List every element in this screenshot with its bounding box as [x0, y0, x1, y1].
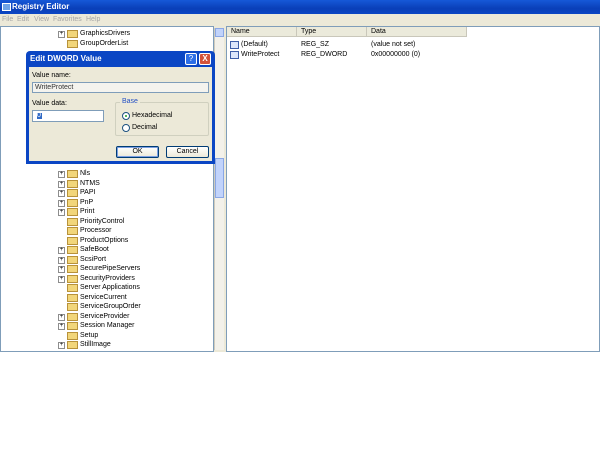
tree-node-label: Processor: [80, 227, 112, 234]
folder-icon: [67, 30, 78, 38]
expand-icon[interactable]: +: [58, 247, 65, 254]
expand-icon[interactable]: +: [58, 256, 65, 264]
menu-edit[interactable]: Edit: [17, 16, 29, 23]
folder-icon: [67, 284, 78, 292]
value-name-label: Value name:: [32, 72, 71, 79]
help-button[interactable]: ?: [185, 53, 197, 65]
tree-node-label: ServiceProvider: [80, 312, 130, 320]
folder-icon: [67, 255, 78, 264]
folder-icon: [67, 39, 78, 48]
folder-icon: [67, 198, 78, 207]
value-data: 0x00000000 (0): [371, 51, 421, 58]
column-header-name[interactable]: Name: [227, 27, 297, 37]
folder-icon: [67, 312, 78, 321]
scrollbar-thumb[interactable]: [215, 158, 224, 198]
folder-icon: [67, 227, 78, 235]
value-name: (Default): [241, 41, 268, 48]
expand-icon[interactable]: +: [58, 31, 65, 38]
tree-node-label: ServiceCurrent: [80, 293, 127, 301]
value-name-field: WriteProtect: [32, 82, 209, 93]
expand-icon[interactable]: +: [58, 190, 65, 197]
hexadecimal-label[interactable]: Hexadecimal: [132, 112, 172, 119]
folder-icon: [67, 331, 78, 340]
tree-node-label: SafeBoot: [80, 246, 109, 253]
tree-node-label: GroupOrderList: [80, 39, 129, 47]
column-header-type[interactable]: Type: [297, 27, 367, 37]
tree-node-label: NTMS: [80, 179, 100, 187]
close-button[interactable]: X: [199, 53, 211, 65]
menu-help[interactable]: Help: [86, 16, 100, 23]
tree-node-label: Setup: [80, 331, 99, 339]
ok-button[interactable]: OK: [116, 146, 159, 158]
folder-icon: [67, 236, 78, 245]
value-data-label: Value data:: [32, 100, 67, 107]
decimal-radio[interactable]: [122, 124, 130, 132]
decimal-label[interactable]: Decimal: [132, 124, 157, 131]
tree-node-label: Print: [80, 208, 95, 215]
scroll-up-arrow[interactable]: [215, 28, 224, 37]
value-data: (value not set): [371, 41, 416, 48]
base-groupbox: Base Hexadecimal Decimal: [115, 98, 209, 136]
edit-dword-dialog: Edit DWORD Value ? X Value name: WritePr…: [26, 51, 215, 164]
menu-bar: File Edit View Favorites Help: [0, 14, 600, 26]
expand-icon[interactable]: +: [58, 199, 65, 207]
tree-node-label: ServiceGroupOrder: [80, 303, 141, 310]
expand-icon[interactable]: +: [58, 275, 65, 283]
value-data-text: 0: [37, 112, 41, 119]
tree-node-label: Nls: [80, 170, 91, 177]
folder-icon: [67, 322, 78, 330]
tree-node-label: PnP: [80, 198, 94, 206]
folder-icon: [67, 179, 78, 188]
menu-file[interactable]: File: [2, 16, 13, 23]
tree-node-label: GraphicsDrivers: [80, 30, 131, 37]
tree-node-label: ScsiPort: [80, 255, 107, 263]
value-type: REG_DWORD: [301, 51, 348, 58]
folder-icon: [67, 303, 78, 311]
folder-icon: [67, 265, 78, 273]
value-type: REG_SZ: [301, 41, 330, 48]
tree-node-label: PriorityControl: [80, 217, 125, 225]
menu-favorites[interactable]: Favorites: [53, 16, 82, 23]
folder-icon: [67, 170, 78, 178]
tree-node-label: SecurePipeServers: [80, 265, 141, 272]
menu-view[interactable]: View: [34, 16, 49, 23]
tree-node-label: StillImage: [80, 341, 111, 348]
tree-node-label: ProductOptions: [80, 236, 129, 244]
expand-icon[interactable]: +: [58, 342, 65, 349]
value-data-field[interactable]: 0: [32, 110, 104, 122]
base-label: Base: [120, 98, 140, 105]
hexadecimal-radio[interactable]: [122, 112, 130, 120]
tree-scrollbar[interactable]: [214, 28, 224, 350]
folder-icon: [67, 274, 78, 283]
dword-value-icon: [230, 51, 239, 59]
expand-icon[interactable]: +: [58, 209, 65, 216]
registry-editor-icon: [2, 3, 11, 11]
folder-icon: [67, 293, 78, 302]
values-list[interactable]: Name Type Data (Default) REG_SZ (value n…: [226, 26, 600, 352]
expand-icon[interactable]: +: [58, 323, 65, 330]
folder-icon: [67, 217, 78, 226]
string-value-icon: [230, 41, 239, 49]
tree-node-label: PAPI: [80, 189, 96, 196]
window-title: Registry Editor: [12, 2, 70, 11]
dialog-body: Value name: WriteProtect Value data: 0 B…: [29, 67, 212, 161]
expand-icon[interactable]: +: [58, 313, 65, 321]
value-name: WriteProtect: [241, 51, 280, 58]
title-bar[interactable]: Registry Editor: [0, 0, 600, 14]
dialog-title: Edit DWORD Value: [30, 54, 102, 63]
tree-node-label: Session Manager: [80, 322, 135, 329]
folder-icon: [67, 189, 78, 197]
expand-icon[interactable]: +: [58, 180, 65, 188]
expand-icon[interactable]: +: [58, 266, 65, 273]
folder-icon: [67, 208, 78, 216]
folder-icon: [67, 341, 78, 349]
folder-icon: [67, 246, 78, 254]
cancel-button[interactable]: Cancel: [166, 146, 209, 158]
column-header-data[interactable]: Data: [367, 27, 467, 37]
tree-node-label: Server Applications: [80, 284, 140, 291]
expand-icon[interactable]: +: [58, 171, 65, 178]
tree-node-label: SecurityProviders: [80, 274, 135, 282]
